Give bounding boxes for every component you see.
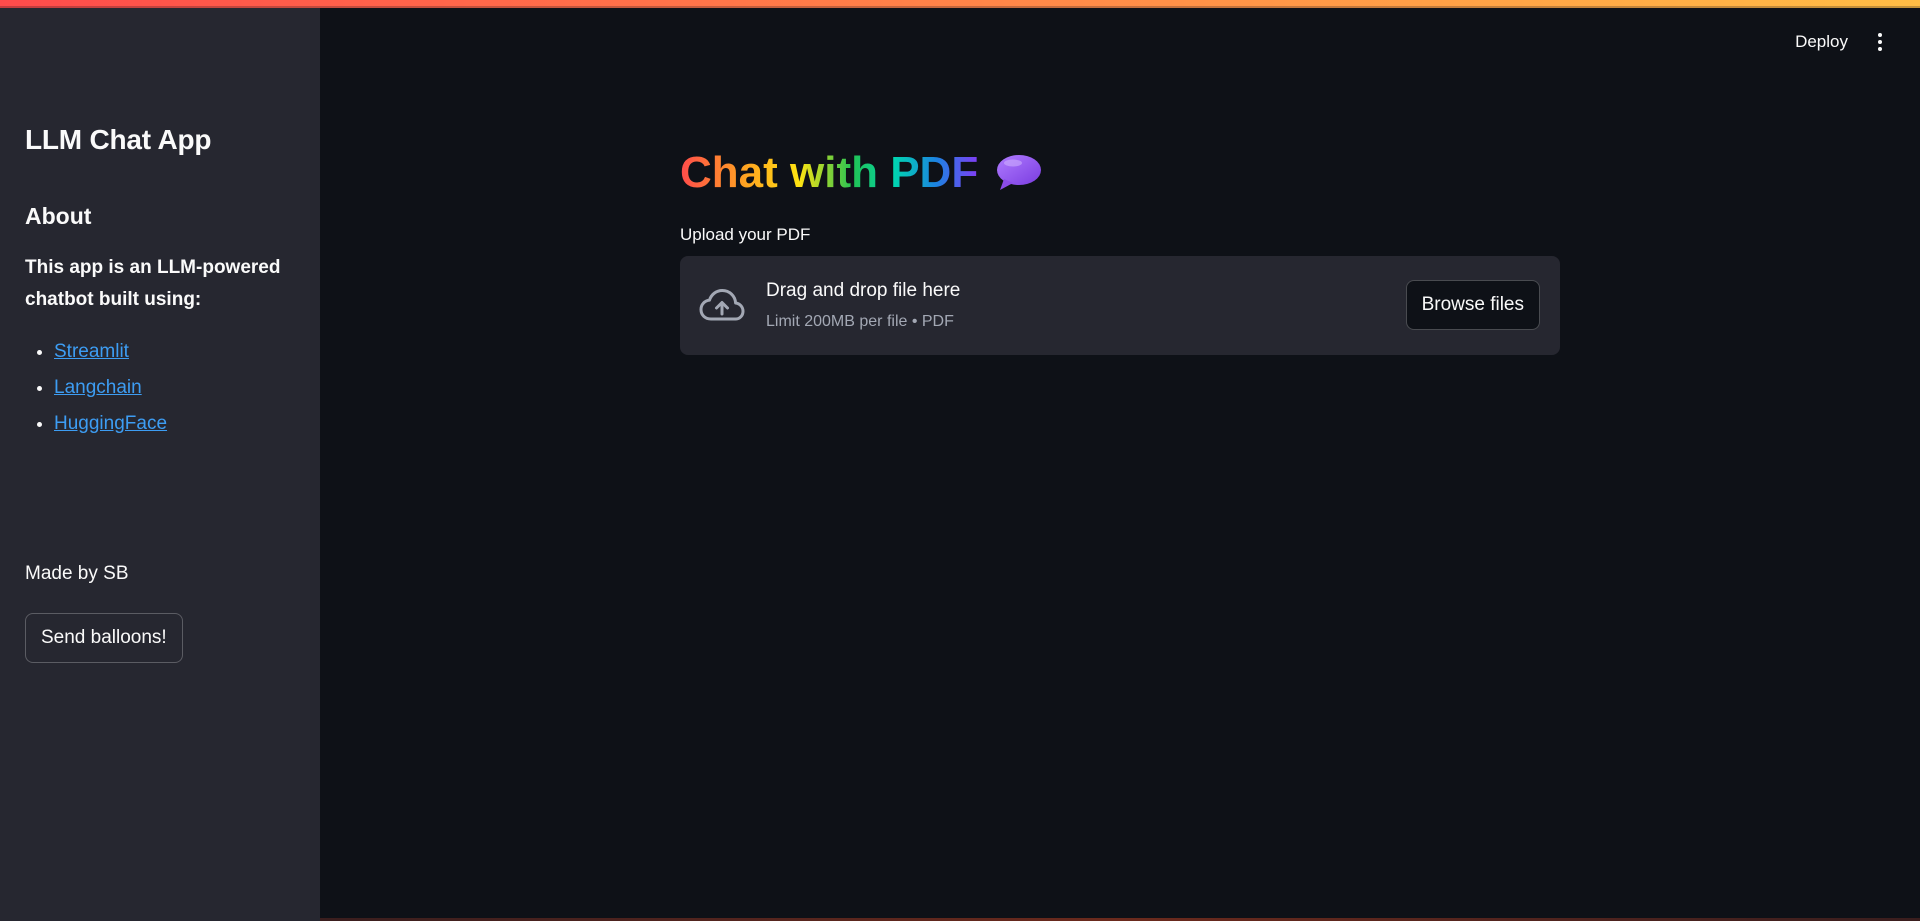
page-title-text: Chat with PDF (680, 148, 979, 197)
about-heading: About (25, 203, 92, 229)
made-by-text: Made by SB (25, 563, 129, 584)
cloud-upload-icon (699, 289, 745, 321)
header-toolbar: Deploy (1795, 30, 1890, 54)
sidebar-title: LLM Chat App (25, 124, 212, 155)
huggingface-link[interactable]: HuggingFace (54, 413, 167, 434)
upload-label: Upload your PDF (680, 225, 811, 244)
list-item: Streamlit (54, 337, 167, 373)
file-dropzone[interactable]: Drag and drop file here Limit 200MB per … (680, 256, 1560, 355)
sidebar: LLM Chat App About This app is an LLM-po… (0, 0, 320, 921)
header-decoration-bar (0, 0, 1920, 8)
deploy-button[interactable]: Deploy (1795, 32, 1848, 52)
streamlit-link[interactable]: Streamlit (54, 341, 129, 362)
list-item: Langchain (54, 373, 167, 409)
dropzone-title: Drag and drop file here (766, 280, 961, 301)
langchain-link[interactable]: Langchain (54, 377, 142, 398)
browse-files-button[interactable]: Browse files (1405, 280, 1540, 330)
dropzone-limit-text: Limit 200MB per file • PDF (766, 313, 954, 330)
list-item: HuggingFace (54, 409, 167, 445)
send-balloons-button[interactable]: Send balloons! (25, 613, 183, 663)
about-description: This app is an LLM-powered chatbot built… (25, 257, 281, 310)
vertical-ellipsis-icon[interactable] (1870, 30, 1890, 54)
page-title: Chat with PDF (680, 148, 1042, 198)
speech-bubble-icon (997, 155, 1042, 190)
tech-link-list: Streamlit Langchain HuggingFace (25, 337, 167, 445)
